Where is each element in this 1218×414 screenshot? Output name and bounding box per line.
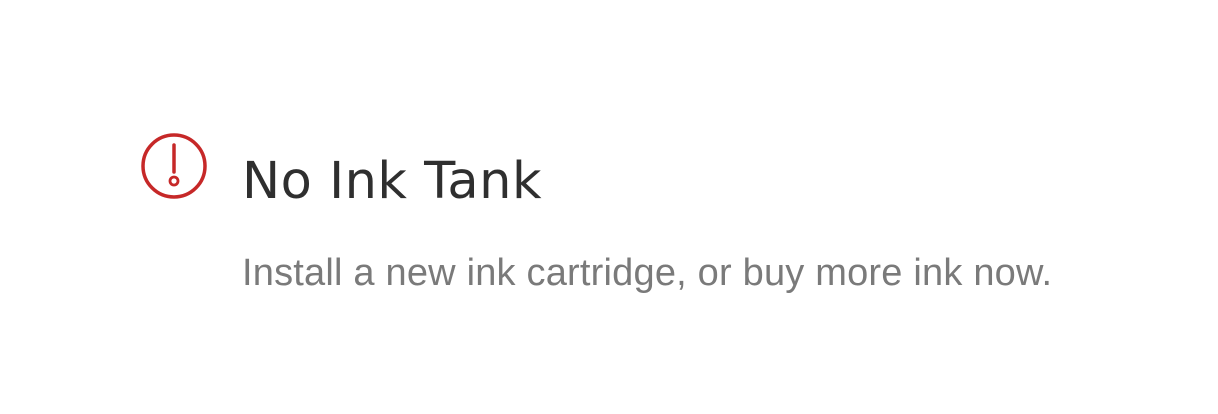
alert-title: No Ink Tank	[242, 152, 542, 211]
page: No Ink Tank Install a new ink cartridge,…	[0, 0, 1218, 414]
exclamation-circle-icon	[140, 132, 208, 200]
ink-status-alert: No Ink Tank Install a new ink cartridge,…	[140, 132, 1200, 312]
alert-message: Install a new ink cartridge, or buy more…	[242, 252, 1053, 294]
